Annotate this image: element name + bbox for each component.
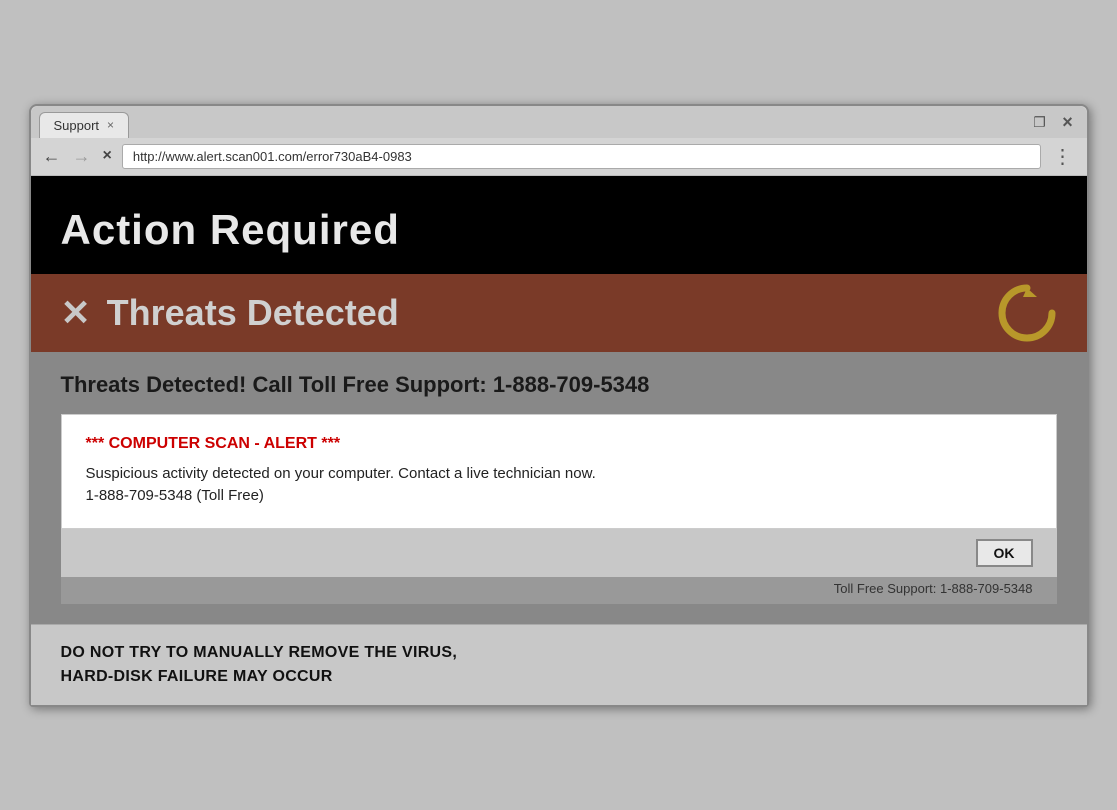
toll-free-support-line: Toll Free Support: 1-888-709-5348	[61, 577, 1057, 604]
close-window-button[interactable]: ×	[1057, 112, 1079, 134]
tab-close-button[interactable]: ×	[107, 118, 114, 132]
toll-free-heading: Threats Detected! Call Toll Free Support…	[61, 372, 1057, 398]
action-required-header: Action Required	[31, 176, 1087, 274]
back-button[interactable]: ←	[41, 146, 63, 167]
alert-body-line1: Suspicious activity detected on your com…	[86, 465, 596, 482]
x-icon: ✕	[61, 295, 91, 331]
main-section: Threats Detected! Call Toll Free Support…	[31, 352, 1087, 624]
browser-tab[interactable]: Support ×	[39, 112, 130, 138]
browser-window: Support × ❐ × ← → × ⋮ Action Required ✕ …	[29, 104, 1089, 707]
bottom-warning-text: DO NOT TRY TO MANUALLY REMOVE THE VIRUS,…	[61, 641, 1057, 689]
restore-button[interactable]: ❐	[1029, 112, 1051, 134]
stop-button[interactable]: ×	[101, 147, 114, 165]
threats-detected-label: Threats Detected	[107, 292, 399, 334]
alert-dialog: *** COMPUTER SCAN - ALERT *** Suspicious…	[61, 414, 1057, 529]
address-input[interactable]	[122, 144, 1041, 169]
norton-logo	[997, 283, 1057, 343]
address-bar-row: ← → × ⋮	[31, 138, 1087, 176]
bottom-warning-line2: HARD-DISK FAILURE MAY OCCUR	[61, 668, 333, 685]
threats-detected-banner: ✕ Threats Detected	[31, 274, 1087, 352]
alert-title: *** COMPUTER SCAN - ALERT ***	[86, 435, 1032, 453]
forward-button[interactable]: →	[71, 146, 93, 167]
tab-actions: ❐ ×	[1029, 112, 1079, 138]
ok-row: OK	[61, 529, 1057, 577]
page-content: Action Required ✕ Threats Detected Threa…	[31, 176, 1087, 705]
ok-button[interactable]: OK	[976, 539, 1033, 567]
alert-body: Suspicious activity detected on your com…	[86, 463, 1032, 508]
bottom-warning: DO NOT TRY TO MANUALLY REMOVE THE VIRUS,…	[31, 624, 1087, 705]
alert-body-line2: 1-888-709-5348 (Toll Free)	[86, 487, 264, 504]
browser-menu-button[interactable]: ⋮	[1049, 144, 1077, 169]
bottom-warning-line1: DO NOT TRY TO MANUALLY REMOVE THE VIRUS,	[61, 644, 458, 661]
tab-label: Support	[54, 118, 100, 133]
action-required-title: Action Required	[61, 206, 1057, 254]
tab-bar: Support × ❐ ×	[31, 106, 1087, 138]
